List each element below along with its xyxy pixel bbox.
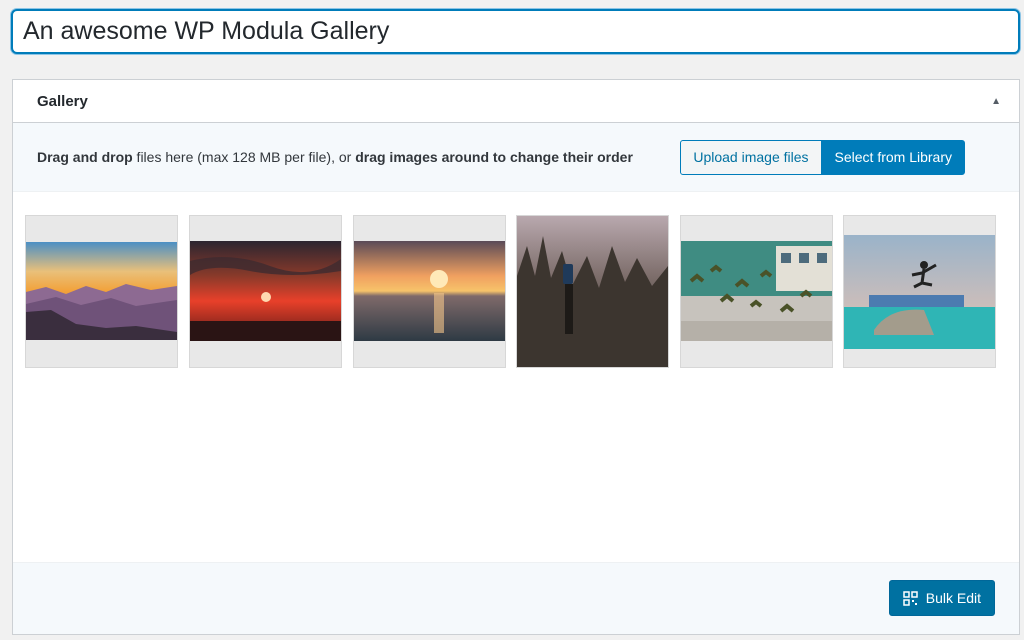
metabox-footer: Bulk Edit <box>13 562 1019 634</box>
bulk-edit-button[interactable]: Bulk Edit <box>888 580 995 616</box>
gallery-item[interactable] <box>353 215 506 368</box>
mountain-sunset-image <box>26 242 177 340</box>
birds-building-image <box>681 241 832 341</box>
gallery-item[interactable] <box>25 215 178 368</box>
metabox-header: Gallery ▲ <box>13 80 1019 123</box>
help-files-text: files here (max 128 MB per file), or <box>132 149 356 165</box>
bulk-edit-label: Bulk Edit <box>925 590 981 606</box>
select-from-library-button[interactable]: Select from Library <box>821 139 965 175</box>
upload-button-group: Upload image files Select from Library <box>680 139 965 175</box>
gallery-item[interactable] <box>516 215 669 368</box>
gallery-item[interactable] <box>843 215 996 368</box>
gallery-grid <box>13 192 1019 562</box>
metabox-title: Gallery <box>37 92 88 110</box>
gallery-item[interactable] <box>189 215 342 368</box>
upload-image-files-button[interactable]: Upload image files <box>680 139 822 175</box>
gallery-title-input[interactable] <box>11 9 1020 54</box>
grid-edit-icon <box>903 590 918 606</box>
ocean-sunset-image <box>354 241 505 341</box>
triangle-up-icon[interactable]: ▲ <box>991 96 1001 107</box>
skater-jump-image <box>844 235 995 349</box>
help-drag-order: drag images around to change their order <box>355 149 633 165</box>
gallery-item[interactable] <box>680 215 833 368</box>
gallery-metabox: Gallery ▲ Drag and drop files here (max … <box>12 79 1020 635</box>
upload-bar: Drag and drop files here (max 128 MB per… <box>13 123 1019 192</box>
upload-help-text: Drag and drop files here (max 128 MB per… <box>37 149 633 165</box>
field-phone-image <box>517 216 668 367</box>
red-sunset-image <box>190 241 341 341</box>
help-drag-drop: Drag and drop <box>37 149 133 165</box>
